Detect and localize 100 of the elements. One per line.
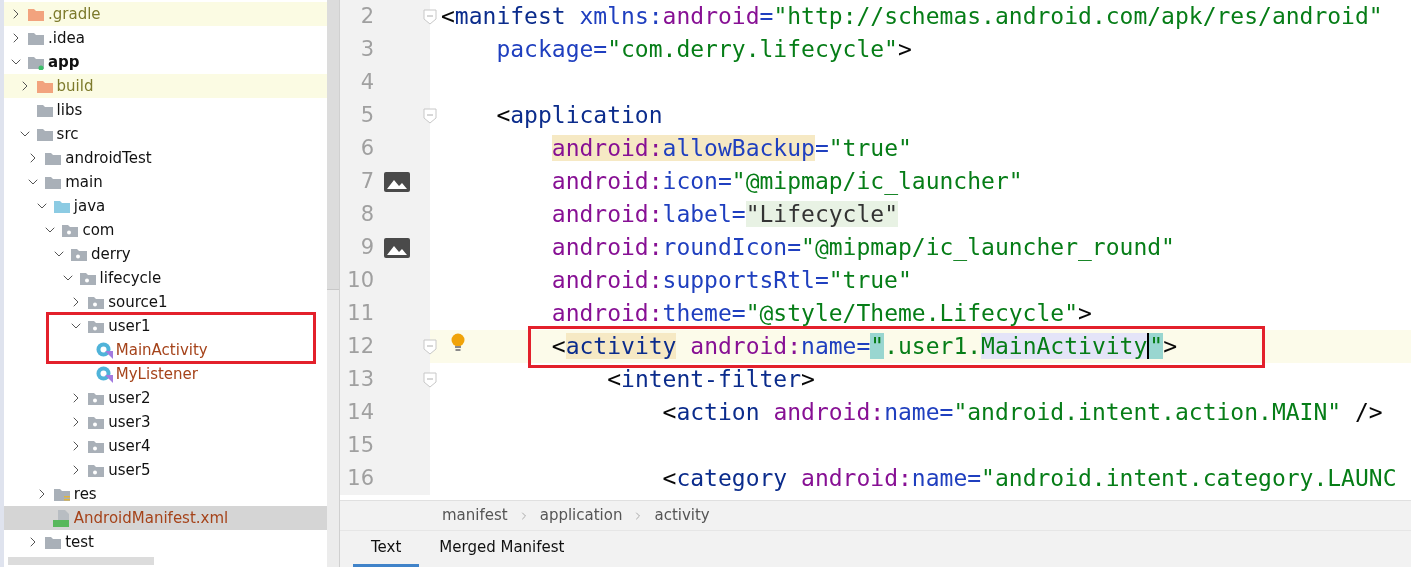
- tree-item-label: src: [56, 123, 79, 145]
- line-number: 7: [359, 167, 374, 195]
- scrollbar-thumb[interactable]: [327, 0, 339, 290]
- folder-icon: [87, 438, 106, 454]
- editor-tab[interactable]: Merged Manifest: [421, 531, 583, 567]
- tree-item-label: java: [73, 195, 106, 217]
- code-line: android:theme="@style/Theme.Lifecycle">: [550, 299, 1092, 328]
- tree-item[interactable]: MyListener: [4, 362, 327, 386]
- breadcrumb-item[interactable]: activity: [654, 504, 710, 527]
- tree-item-label: MainActivity: [115, 339, 208, 361]
- tree-item-label: res: [73, 483, 97, 505]
- tree-item[interactable]: androidTest: [4, 146, 327, 170]
- code-line: android:allowBackup="true": [550, 134, 912, 163]
- folder-icon: [87, 294, 106, 310]
- manifest-file-icon: [52, 509, 71, 527]
- fold-marker-icon[interactable]: [423, 338, 437, 355]
- folder-icon: [35, 78, 54, 94]
- code-line: <intent-filter>: [606, 365, 815, 394]
- code-line: android:roundIcon="@mipmap/ic_launcher_round": [550, 233, 1175, 263]
- code-line: <category android:name="android.intent.category.LAUNC: [661, 464, 1397, 493]
- tree-item-label: user3: [108, 411, 151, 433]
- line-number: 3: [359, 35, 374, 63]
- tree-item[interactable]: MainActivity: [4, 338, 327, 362]
- tree-item-label: user1: [108, 315, 151, 337]
- code-line: android:icon="@mipmap/ic_launcher": [550, 167, 1023, 197]
- folder-icon: [87, 462, 106, 478]
- horizontal-scrollbar-thumb[interactable]: [8, 557, 154, 565]
- folder-icon: [78, 270, 97, 286]
- tree-item-label: .gradle: [48, 3, 101, 25]
- lightbulb-icon[interactable]: [451, 333, 465, 352]
- tree-item[interactable]: AndroidManifest.xml: [4, 506, 327, 530]
- line-number: 15: [346, 431, 374, 459]
- line-number: 14: [346, 398, 374, 426]
- fold-marker-icon[interactable]: [423, 371, 437, 388]
- image-icon[interactable]: [384, 237, 410, 258]
- tree-item-label: derry: [91, 243, 131, 265]
- code-line: <action android:name="android.intent.action.MAIN" />: [661, 398, 1383, 427]
- folder-icon: [27, 30, 45, 46]
- folder-icon: [44, 534, 63, 550]
- tree-item[interactable]: user4: [4, 434, 327, 458]
- breadcrumb-item[interactable]: application: [539, 504, 623, 527]
- folder-icon: [44, 150, 63, 166]
- tree-item-label: user2: [108, 387, 151, 409]
- line-number: 11: [346, 299, 374, 327]
- tree-item[interactable]: java: [4, 194, 327, 218]
- folder-icon: [70, 246, 88, 262]
- tree-item-label: AndroidManifest.xml: [73, 507, 229, 529]
- tree-item[interactable]: app: [4, 50, 327, 74]
- tree-item[interactable]: src: [4, 122, 327, 146]
- tree-item[interactable]: test: [4, 530, 327, 554]
- class-icon: [95, 365, 113, 383]
- scrollbar[interactable]: [327, 0, 339, 567]
- folder-icon: [27, 54, 45, 70]
- tree-item[interactable]: .gradle: [4, 2, 327, 26]
- folder-icon: [61, 222, 80, 238]
- tree-item[interactable]: user5: [4, 458, 327, 482]
- folder-icon: [87, 414, 106, 430]
- code-line: <application: [495, 101, 663, 130]
- folder-icon: [27, 6, 45, 22]
- tree-item[interactable]: source1: [4, 290, 327, 314]
- fold-marker-icon[interactable]: [423, 107, 437, 124]
- tree-item-label: user4: [108, 435, 151, 457]
- tree-item-label: .idea: [48, 27, 85, 49]
- folder-icon: [44, 174, 63, 190]
- tree-item[interactable]: user3: [4, 410, 327, 434]
- line-number: 2: [359, 2, 374, 30]
- tree-item-label: com: [82, 219, 115, 241]
- tree-item-label: androidTest: [65, 147, 152, 169]
- tree-item[interactable]: user2: [4, 386, 327, 410]
- line-number: 8: [359, 200, 374, 228]
- tree-item[interactable]: derry: [4, 242, 327, 266]
- tree-item-label: test: [65, 531, 94, 553]
- tree-item[interactable]: libs: [4, 98, 327, 122]
- tree-item[interactable]: res: [4, 482, 327, 506]
- tree-item[interactable]: main: [4, 170, 327, 194]
- tree-item-label: app: [48, 51, 80, 73]
- folder-icon: [35, 102, 54, 118]
- code-line: package="com.derry.lifecycle">: [495, 35, 912, 64]
- tree-item-label: main: [65, 171, 103, 193]
- folder-icon: [52, 198, 71, 214]
- folder-icon: [35, 126, 54, 142]
- tree-item[interactable]: .idea: [4, 26, 327, 50]
- tree-item-label: source1: [108, 291, 168, 313]
- code-line: android:label="Lifecycle": [550, 200, 898, 229]
- tree-item[interactable]: build: [4, 74, 327, 98]
- tree-item[interactable]: com: [4, 218, 327, 242]
- line-number: 6: [359, 134, 374, 162]
- class-icon: [95, 341, 113, 359]
- tree-item-label: lifecycle: [99, 267, 162, 289]
- tree-item[interactable]: user1: [4, 314, 327, 338]
- editor-tab[interactable]: Text: [353, 531, 420, 567]
- code-line: <activity android:name=".user1.MainActivity">: [550, 332, 1177, 361]
- fold-marker-icon[interactable]: [423, 8, 437, 25]
- line-number: 9: [359, 233, 374, 261]
- breadcrumb-item[interactable]: manifest: [442, 504, 508, 527]
- image-icon[interactable]: [384, 171, 410, 192]
- folder-icon: [87, 390, 106, 406]
- line-number: 10: [346, 266, 374, 294]
- tree-item[interactable]: lifecycle: [4, 266, 327, 290]
- code-line: android:supportsRtl="true": [550, 266, 912, 295]
